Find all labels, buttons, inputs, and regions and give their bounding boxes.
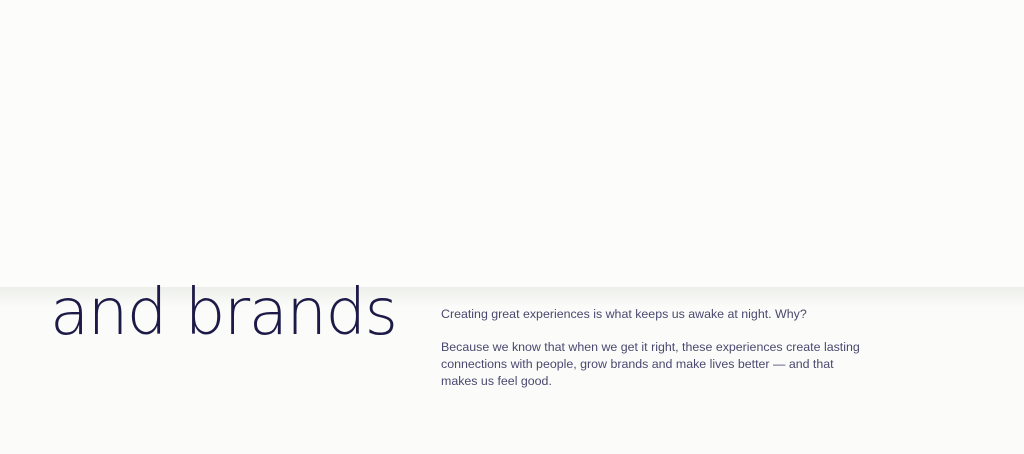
page: and brands Creating great experiences is… xyxy=(0,0,1024,454)
intro-paragraph-2: Because we know that when we get it righ… xyxy=(441,340,860,388)
hero-blank-area xyxy=(0,0,1024,287)
intro-paragraph-1: Creating great experiences is what keeps… xyxy=(441,307,807,321)
hero-headline: and brands xyxy=(50,276,398,350)
intro-copy: Creating great experiences is what keeps… xyxy=(441,306,869,390)
